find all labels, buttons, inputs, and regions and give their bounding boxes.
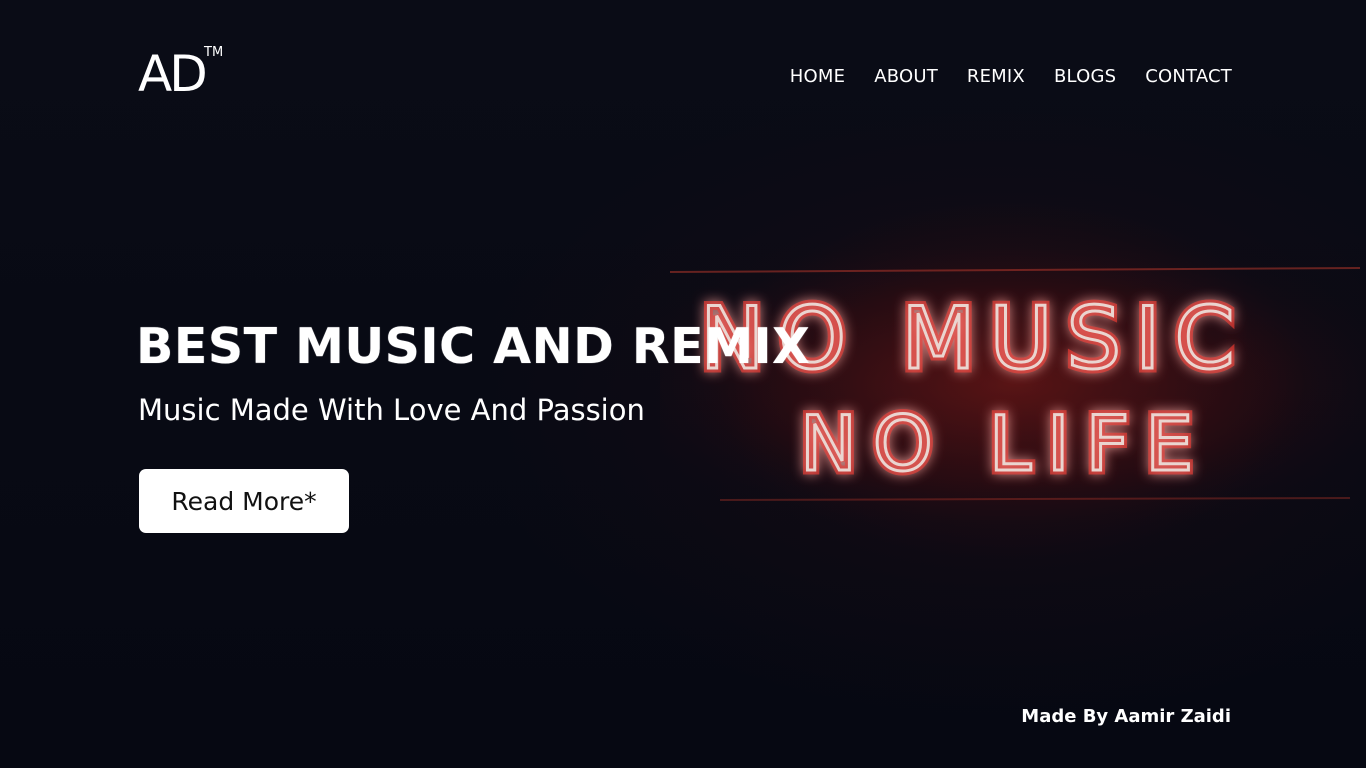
nav-item-contact[interactable]: CONTACT [1145,64,1232,90]
nav-item-remix[interactable]: REMIX [967,64,1025,90]
logo-text: AD [138,45,208,103]
nav-item-home[interactable]: HOME [790,64,845,90]
main-nav: HOME ABOUT REMIX BLOGS CONTACT [790,64,1232,90]
nav-item-blogs[interactable]: BLOGS [1054,64,1116,90]
neon-line-2-tube: NO LIFE [800,399,1209,488]
neon-sign-image: NO MUSIC NO MUSIC NO LIFE NO LIFE [660,250,1366,520]
nav-item-about[interactable]: ABOUT [874,64,938,90]
logo[interactable]: AD TM [138,44,228,103]
footer-credit: Made By Aamir Zaidi [1021,706,1231,727]
landing-page: AD TM HOME ABOUT REMIX BLOGS CONTACT NO … [0,0,1366,768]
hero-subtitle: Music Made With Love And Passion [138,393,645,427]
logo-trademark: TM [204,45,224,60]
hero-title: BEST MUSIC AND REMIX [136,318,811,375]
read-more-button[interactable]: Read More* [139,469,349,533]
